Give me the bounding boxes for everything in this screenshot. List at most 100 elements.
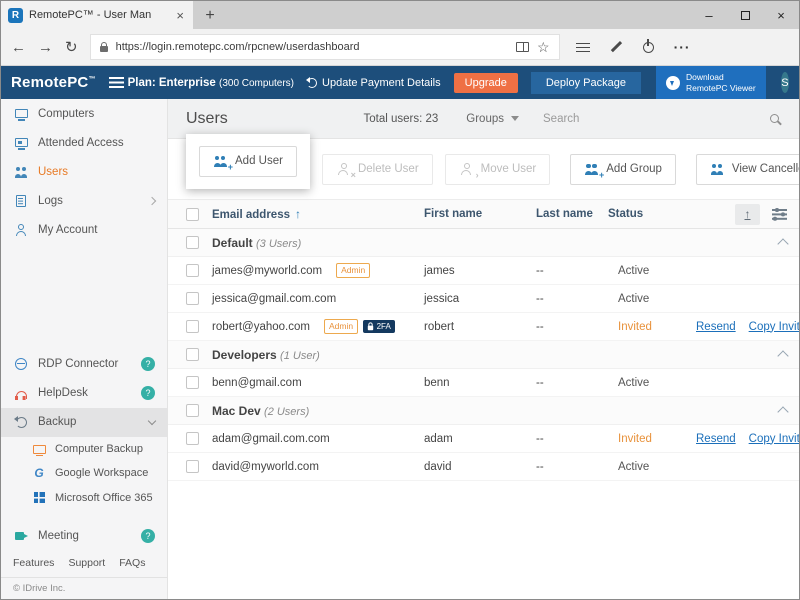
upload-icon[interactable]: ↑	[735, 204, 760, 225]
sidebar: Computers Attended Access Users Logs My …	[1, 99, 168, 599]
sidebar-item-my-account[interactable]: My Account	[1, 216, 167, 245]
update-payment-link[interactable]: Update Payment Details	[307, 77, 441, 89]
user-last-name: --	[536, 461, 608, 473]
download-viewer-button[interactable]: DownloadRemotePC Viewer	[656, 66, 766, 99]
url-text[interactable]: https://login.remotepc.com/rpcnew/userda…	[116, 41, 508, 53]
sidebar-item-google-workspace[interactable]: G Google Workspace	[1, 461, 167, 485]
sidebar-item-computers[interactable]: Computers	[1, 99, 167, 128]
window-maximize-button[interactable]	[727, 1, 763, 29]
refresh-button[interactable]: ↻	[65, 40, 78, 55]
search-icon[interactable]	[770, 114, 779, 123]
collapse-group-icon[interactable]	[777, 406, 788, 417]
view-cancelled-users-button[interactable]: View Cancelled Users	[696, 154, 800, 185]
features-link[interactable]: Features	[13, 557, 54, 569]
table-row: james@myworld.comAdminjames--Active	[168, 257, 799, 285]
back-button[interactable]: ←	[11, 40, 26, 55]
column-header-last-name[interactable]: Last name	[536, 208, 608, 220]
upgrade-button[interactable]: Upgrade	[454, 73, 518, 93]
sidebar-item-computer-backup[interactable]: Computer Backup	[1, 437, 167, 461]
column-header-status[interactable]: Status	[608, 208, 680, 220]
help-badge-icon[interactable]: ?	[141, 386, 155, 400]
faqs-link[interactable]: FAQs	[119, 557, 145, 569]
column-header-first-name[interactable]: First name	[424, 208, 536, 220]
group-name: Default	[212, 236, 256, 250]
user-status: Invited	[608, 321, 680, 333]
support-link[interactable]: Support	[68, 557, 105, 569]
add-user-button[interactable]: + Add User	[199, 146, 297, 177]
group-header-row[interactable]: Default (3 Users)	[168, 229, 799, 257]
sidebar-item-helpdesk[interactable]: HelpDesk ?	[1, 379, 167, 408]
action-resend-link[interactable]: Resend	[696, 433, 736, 445]
refresh-payment-icon	[307, 78, 317, 88]
row-checkbox[interactable]	[186, 460, 199, 473]
groups-dropdown[interactable]: Groups	[466, 113, 519, 125]
hub-icon[interactable]	[576, 42, 590, 53]
account-avatar[interactable]: S	[781, 72, 789, 93]
forward-button[interactable]: →	[38, 40, 53, 55]
sort-ascending-icon[interactable]: ↑	[295, 207, 301, 221]
action-copy-invitation-link[interactable]: Copy Invitation	[749, 321, 799, 333]
window-minimize-button[interactable]: –	[691, 1, 727, 29]
group-header-row[interactable]: Developers (1 User)	[168, 341, 799, 369]
row-checkbox[interactable]	[186, 432, 199, 445]
row-checkbox[interactable]	[186, 376, 199, 389]
sidebar-item-users[interactable]: Users	[1, 157, 167, 186]
sidebar-item-meeting[interactable]: Meeting ?	[1, 522, 167, 551]
add-group-icon: +	[584, 162, 599, 177]
add-user-icon: +	[213, 154, 228, 169]
chevron-down-icon	[148, 417, 156, 425]
sidebar-item-backup[interactable]: Backup	[1, 408, 167, 437]
add-group-button[interactable]: + Add Group	[570, 154, 676, 185]
site-favicon: R	[8, 8, 23, 23]
user-email: james@myworld.com	[212, 265, 322, 277]
more-menu-icon[interactable]: ···	[674, 39, 691, 55]
group-header-row[interactable]: Mac Dev (2 Users)	[168, 397, 799, 425]
group-checkbox[interactable]	[186, 236, 199, 249]
group-title: Mac Dev (2 Users)	[212, 402, 761, 420]
group-title: Default (3 Users)	[212, 234, 761, 252]
help-badge-icon[interactable]: ?	[141, 357, 155, 371]
logs-icon	[13, 193, 29, 208]
tab-close-icon[interactable]: ×	[174, 8, 186, 23]
move-user-button[interactable]: › Move User	[445, 154, 551, 185]
collapse-group-icon[interactable]	[777, 350, 788, 361]
reading-view-icon[interactable]	[516, 42, 529, 52]
help-badge-icon[interactable]: ?	[141, 529, 155, 543]
collapse-group-icon[interactable]	[777, 238, 788, 249]
filter-settings-icon[interactable]	[772, 208, 787, 220]
users-icon	[13, 164, 29, 179]
cancelled-users-icon	[710, 162, 725, 177]
browser-tab[interactable]: R RemotePC™ - User Man ×	[1, 1, 193, 29]
helpdesk-icon	[13, 386, 29, 401]
email-cell: james@myworld.comAdmin	[212, 263, 424, 277]
user-status: Active	[608, 461, 680, 473]
sidebar-item-microsoft-office-365[interactable]: Microsoft Office 365	[1, 486, 167, 510]
computers-icon	[13, 106, 29, 121]
group-name: Developers	[212, 348, 280, 362]
twofa-badge: 2FA	[363, 320, 395, 333]
group-checkbox[interactable]	[186, 348, 199, 361]
table-row: benn@gmail.combenn--Active	[168, 369, 799, 397]
favorites-star-icon[interactable]: ☆	[537, 40, 550, 54]
user-email: robert@yahoo.com	[212, 321, 310, 333]
group-checkbox[interactable]	[186, 404, 199, 417]
sidebar-item-attended-access[interactable]: Attended Access	[1, 128, 167, 157]
deploy-package-button[interactable]: Deploy Package	[531, 72, 641, 94]
window-close-button[interactable]: ×	[763, 1, 799, 29]
url-box[interactable]: https://login.remotepc.com/rpcnew/userda…	[90, 34, 560, 60]
row-checkbox[interactable]	[186, 264, 199, 277]
column-header-email[interactable]: Email address↑	[212, 207, 424, 221]
menu-hamburger-icon[interactable]	[109, 77, 115, 88]
row-checkbox[interactable]	[186, 292, 199, 305]
sidebar-item-logs[interactable]: Logs	[1, 186, 167, 215]
search-input[interactable]	[543, 113, 762, 125]
action-copy-invitation-link[interactable]: Copy Invitation	[749, 433, 799, 445]
web-note-icon[interactable]	[610, 41, 623, 54]
new-tab-button[interactable]: +	[193, 2, 227, 29]
select-all-checkbox[interactable]	[186, 208, 199, 221]
row-checkbox[interactable]	[186, 320, 199, 333]
action-resend-link[interactable]: Resend	[696, 321, 736, 333]
sidebar-item-rdp-connector[interactable]: RDP Connector ?	[1, 350, 167, 379]
share-icon[interactable]	[643, 42, 654, 53]
delete-user-button[interactable]: × Delete User	[322, 154, 433, 185]
